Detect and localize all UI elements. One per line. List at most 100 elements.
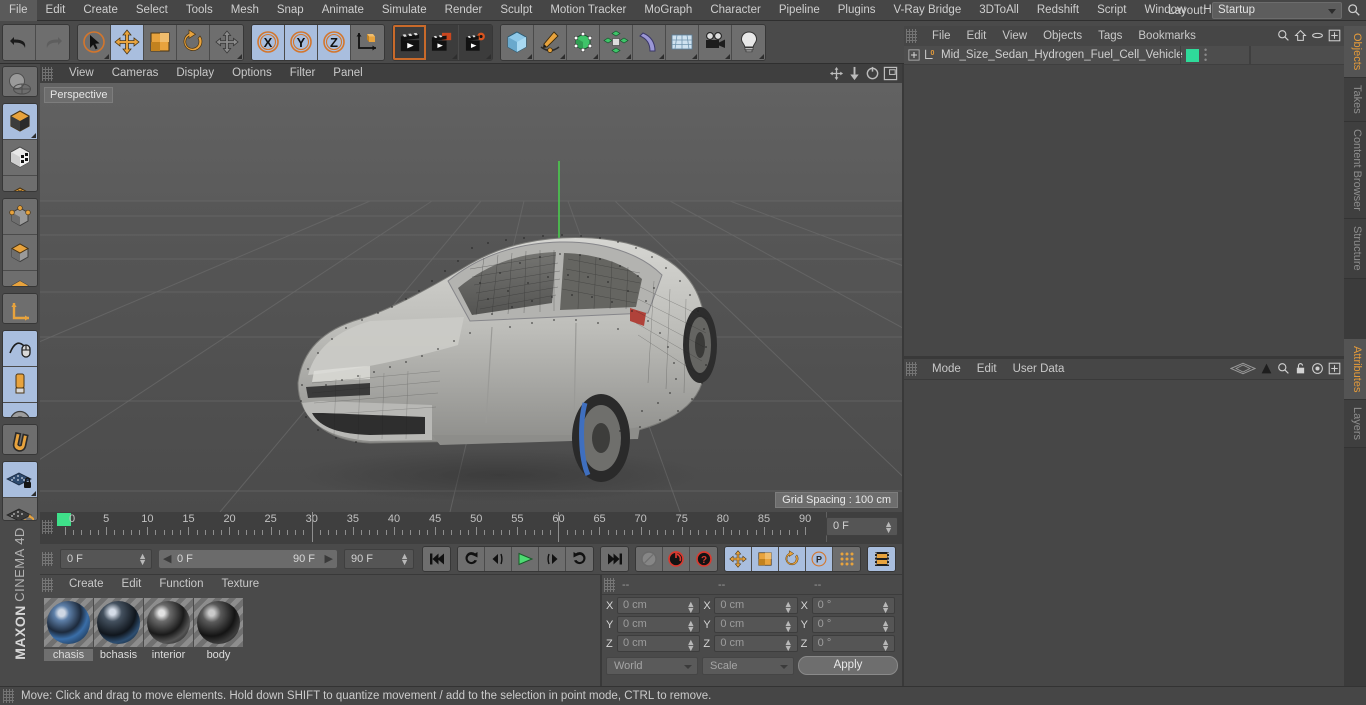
preview-end-field[interactable]: 90 F ▲ ▼ [344, 549, 414, 569]
viewport-menu-options[interactable]: Options [223, 64, 281, 83]
world-move-tool[interactable] [210, 24, 243, 60]
points-mode-button[interactable] [3, 198, 37, 235]
apply-button[interactable]: Apply [798, 656, 898, 675]
object-menu-edit[interactable]: Edit [959, 26, 995, 46]
stepper-icon[interactable]: ▲ ▼ [400, 552, 409, 567]
coord-rotation-field[interactable]: 0 ° ▲ ▼ [811, 616, 895, 634]
keyframe-selection-button[interactable]: ? [690, 547, 717, 571]
lock-y-axis[interactable]: Y [285, 24, 318, 60]
undo-button[interactable] [3, 24, 36, 60]
viewport-solo-button[interactable] [3, 330, 37, 367]
object-manager-gripper[interactable] [906, 29, 917, 43]
scale-key-button[interactable] [752, 547, 779, 571]
scale-tool[interactable] [144, 24, 177, 60]
object-menu-file[interactable]: File [924, 26, 959, 46]
target-icon[interactable] [1311, 362, 1324, 375]
side-tab-content-browser[interactable]: Content Browser [1344, 122, 1366, 219]
redo-button[interactable] [36, 24, 69, 60]
home-icon[interactable] [1294, 29, 1307, 42]
lock-z-axis[interactable]: Z [318, 24, 351, 60]
coord-rotation-field[interactable]: 0 ° ▲ ▼ [811, 597, 895, 615]
object-menu-objects[interactable]: Objects [1035, 26, 1090, 46]
go-to-previous-frame-button[interactable] [485, 547, 512, 571]
add-camera-button[interactable] [699, 24, 732, 60]
material-preview-sphere[interactable] [94, 598, 143, 647]
add-spline-button[interactable] [534, 24, 567, 60]
transport-gripper[interactable] [42, 552, 53, 566]
attribute-menu-mode[interactable]: Mode [924, 359, 969, 379]
material-menu-texture[interactable]: Texture [212, 575, 268, 594]
axis-center-button[interactable] [3, 366, 37, 403]
side-tab-structure[interactable]: Structure [1344, 218, 1366, 279]
viewport-3d-canvas[interactable]: Y X Z Perspective Grid Spacing : 100 cm [40, 83, 902, 512]
menu-item-redshift[interactable]: Redshift [1028, 0, 1088, 21]
side-tab-takes[interactable]: Takes [1344, 78, 1366, 123]
coord-size-field[interactable]: 0 cm ▲ ▼ [714, 597, 798, 615]
play-button[interactable] [512, 547, 539, 571]
timeline-frame-field[interactable]: 0 F ▲ ▼ [826, 517, 898, 536]
align-workplane-button[interactable] [3, 498, 37, 521]
snap-enable-button[interactable]: S [3, 402, 37, 418]
point-level-animation-button[interactable] [833, 547, 860, 571]
side-tab-objects[interactable]: Objects [1344, 26, 1366, 79]
search-icon[interactable] [1347, 3, 1361, 17]
menu-item-mesh[interactable]: Mesh [222, 0, 268, 21]
coord-size-field[interactable]: 0 cm ▲ ▼ [714, 616, 798, 634]
timeline-toggle-button[interactable] [868, 547, 895, 571]
stepper-icon[interactable]: ▲ ▼ [784, 619, 793, 634]
add-cube-button[interactable] [501, 24, 534, 60]
coord-size-field[interactable]: 0 cm ▲ ▼ [714, 635, 798, 653]
expand-plus-icon[interactable] [908, 49, 920, 61]
pan-icon[interactable] [829, 66, 844, 81]
object-menu-bookmarks[interactable]: Bookmarks [1130, 26, 1204, 46]
live-selection-tool[interactable] [78, 24, 111, 60]
preview-range-bar[interactable]: ◀ 0 F 90 F ▶ [158, 549, 338, 569]
go-to-start-button[interactable] [423, 547, 450, 571]
texture-mode-button[interactable] [3, 139, 37, 176]
menu-item-motion-tracker[interactable]: Motion Tracker [541, 0, 635, 21]
viewport-menu-cameras[interactable]: Cameras [103, 64, 168, 83]
move-tool[interactable] [111, 24, 144, 60]
attribute-menu-edit[interactable]: Edit [969, 359, 1005, 379]
go-to-end-button[interactable] [601, 547, 628, 571]
stepper-icon[interactable]: ▲ ▼ [686, 619, 695, 634]
viewport-menu-panel[interactable]: Panel [324, 64, 371, 83]
coord-position-field[interactable]: 0 cm ▲ ▼ [617, 616, 701, 634]
menu-item-animate[interactable]: Animate [313, 0, 373, 21]
object-menu-view[interactable]: View [994, 26, 1035, 46]
render-to-picture-viewer-button[interactable] [426, 24, 459, 60]
material-tag-icon[interactable] [1186, 49, 1199, 62]
model-mode-button[interactable] [3, 103, 37, 140]
material-item[interactable]: chasis [44, 598, 93, 661]
menu-item-3dtoall[interactable]: 3DToAll [970, 0, 1028, 21]
viewport-menu-view[interactable]: View [60, 64, 103, 83]
world-object-coord[interactable] [351, 24, 384, 60]
menu-item-create[interactable]: Create [74, 0, 127, 21]
coordinates-gripper[interactable] [604, 577, 615, 592]
edges-mode-button[interactable] [3, 234, 37, 271]
stepper-icon[interactable]: ▲ ▼ [686, 600, 695, 615]
coord-position-field[interactable]: 0 cm ▲ ▼ [617, 597, 701, 615]
menu-item-file[interactable]: File [0, 0, 37, 21]
range-right-arrow-icon[interactable]: ▶ [325, 550, 333, 568]
autokeying-button[interactable] [663, 547, 690, 571]
ellipse-icon[interactable] [1311, 29, 1324, 42]
plus-box-icon[interactable] [1328, 29, 1341, 42]
search-icon[interactable] [1277, 29, 1290, 42]
material-item[interactable]: body [194, 598, 243, 661]
record-active-objects-button[interactable] [636, 547, 663, 571]
layout-dropdown[interactable]: Startup [1212, 2, 1342, 19]
polygons-mode-button[interactable] [3, 270, 37, 286]
side-tab-layers[interactable]: Layers [1344, 400, 1366, 449]
stepper-icon[interactable]: ▲ ▼ [784, 638, 793, 653]
menu-item-tools[interactable]: Tools [177, 0, 222, 21]
texture-axis-mode-button[interactable] [3, 175, 37, 191]
plus-box-icon[interactable] [1328, 362, 1341, 375]
status-gripper[interactable] [3, 689, 14, 703]
attribute-content[interactable] [904, 379, 1344, 686]
arrow-up-icon[interactable] [1260, 362, 1273, 375]
search-icon[interactable] [1277, 362, 1290, 375]
object-tree[interactable]: 0 Mid_Size_Sedan_Hydrogen_Fuel_Cell_Vehi… [904, 46, 1344, 356]
menu-item-plugins[interactable]: Plugins [829, 0, 885, 21]
coord-position-field[interactable]: 0 cm ▲ ▼ [617, 635, 701, 653]
